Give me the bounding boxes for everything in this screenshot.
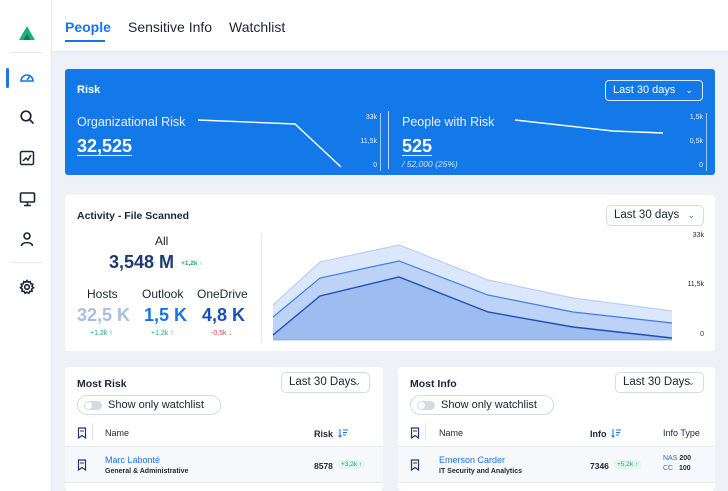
- most-risk-period-label: Last 30 Days: [289, 376, 357, 388]
- header-separator: [425, 423, 426, 441]
- sort-icon: [611, 429, 622, 438]
- sidebar-divider: [10, 52, 42, 53]
- most-risk-watchlist-toggle[interactable]: Show only watchlist: [77, 395, 221, 415]
- most-info-card: Most Info Last 30 Days ⌄ Show only watch…: [398, 367, 715, 491]
- risk-card: Risk Last 30 days ⌄ Organizational Risk …: [65, 69, 715, 175]
- activity-tick: 11,5k: [687, 281, 704, 288]
- org-risk-tick: 0: [373, 162, 377, 169]
- gear-icon[interactable]: [16, 276, 38, 298]
- info-type-item: CC 100: [663, 464, 691, 474]
- header-separator: [92, 423, 93, 441]
- chevron-down-icon: ⌄: [687, 377, 695, 387]
- chevron-down-icon: ⌄: [353, 377, 361, 387]
- info-column-header[interactable]: Info: [590, 428, 622, 439]
- toggle-switch[interactable]: [417, 401, 435, 410]
- toggle-knob: [418, 402, 425, 409]
- toggle-label: Show only watchlist: [108, 399, 204, 411]
- org-risk-axis: [380, 113, 381, 171]
- most-risk-card: Most Risk Last 30 Days ⌄ Show only watch…: [65, 367, 383, 491]
- info-type-code: NAS: [663, 455, 678, 462]
- logo-icon: [19, 26, 35, 40]
- top-tabs: People Sensitive Info Watchlist: [52, 0, 728, 52]
- risk-value: 8578: [314, 461, 333, 471]
- person-name-link[interactable]: Emerson Carder: [439, 455, 505, 465]
- info-delta-badge: +5,2k ↑: [614, 460, 642, 469]
- most-risk-period-select[interactable]: Last 30 Days ⌄: [281, 372, 370, 393]
- risk-delta-badge: +3,2k ↑: [338, 460, 366, 469]
- active-indicator: [6, 68, 9, 88]
- info-type-count: 200: [679, 455, 692, 462]
- people-risk-axis: [706, 113, 707, 171]
- activity-tick: 33k: [692, 232, 704, 239]
- person-department: General & Administrative: [105, 468, 189, 475]
- activity-card: Activity - File Scanned Last 30 days ⌄ A…: [65, 195, 715, 351]
- people-risk-tick: 0,5k: [689, 138, 703, 145]
- person-department: IT Security and Analytics: [439, 468, 522, 475]
- sidebar-divider: [10, 262, 42, 263]
- chart-icon[interactable]: [16, 147, 38, 169]
- activity-area-chart: [272, 244, 673, 341]
- person-name-link[interactable]: Marc Labonté: [105, 455, 160, 465]
- search-icon[interactable]: [16, 106, 38, 128]
- bookmark-icon[interactable]: [77, 427, 87, 439]
- toggle-knob: [85, 402, 92, 409]
- most-info-period-select[interactable]: Last 30 Days ⌄: [615, 372, 704, 393]
- info-types: NAS 200 CC 100: [663, 454, 691, 474]
- risk-divider: [388, 111, 389, 169]
- org-risk-tick: 33k: [365, 114, 377, 121]
- info-type-code: CC: [663, 465, 674, 472]
- bookmark-icon[interactable]: [410, 427, 420, 439]
- risk-column-header[interactable]: Risk: [314, 428, 348, 439]
- sidebar: [0, 0, 52, 491]
- tab-watchlist[interactable]: Watchlist: [229, 19, 285, 35]
- people-risk-sparkline: [514, 119, 664, 134]
- bookmark-icon[interactable]: [410, 459, 420, 471]
- user-icon[interactable]: [16, 228, 38, 250]
- toggle-label: Show only watchlist: [441, 399, 537, 411]
- most-info-title: Most Info: [410, 378, 457, 390]
- info-type-item: NAS 200: [663, 454, 691, 464]
- activity-tick: 0: [700, 331, 704, 338]
- table-row[interactable]: Emerson Carder IT Security and Analytics…: [398, 446, 715, 483]
- org-risk-sparkline: [197, 119, 342, 168]
- name-column-header[interactable]: Name: [439, 428, 463, 438]
- info-value: 7346: [590, 461, 609, 471]
- toggle-switch[interactable]: [84, 401, 102, 410]
- info-header-label: Info: [590, 429, 607, 439]
- dashboard-icon[interactable]: [16, 67, 38, 89]
- people-risk-tick: 1,5k: [689, 114, 703, 121]
- tab-sensitive-info[interactable]: Sensitive Info: [128, 19, 212, 35]
- table-row[interactable]: Marc Labonté General & Administrative 85…: [65, 446, 383, 483]
- bookmark-icon[interactable]: [77, 459, 87, 471]
- sort-icon: [337, 429, 348, 438]
- monitor-icon[interactable]: [16, 188, 38, 210]
- tab-people[interactable]: People: [65, 19, 111, 35]
- org-risk-tick: 11,5k: [360, 138, 377, 145]
- most-risk-title: Most Risk: [77, 378, 127, 390]
- most-info-watchlist-toggle[interactable]: Show only watchlist: [410, 395, 554, 415]
- info-type-column-header[interactable]: Info Type: [663, 428, 700, 438]
- name-column-header[interactable]: Name: [105, 428, 129, 438]
- info-type-count: 100: [678, 465, 691, 472]
- people-risk-tick: 0: [699, 162, 703, 169]
- tab-underline: [65, 40, 105, 42]
- most-info-period-label: Last 30 Days: [623, 376, 691, 388]
- risk-header-label: Risk: [314, 429, 334, 439]
